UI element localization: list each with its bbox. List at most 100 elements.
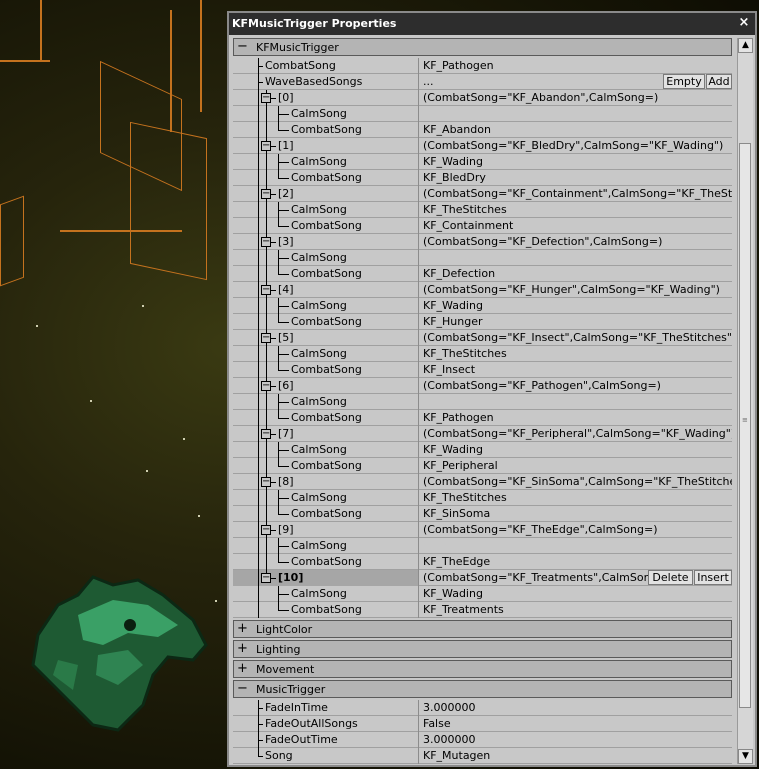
property-value[interactable]: KF_TheStitches	[423, 203, 507, 216]
collapse-box-icon[interactable]: −	[261, 93, 271, 103]
array-element-row[interactable]: − [1] (CombatSong="KF_BledDry",CalmSong="K…	[233, 138, 732, 154]
combat-song-row[interactable]: CombatSong KF_Defection	[233, 266, 732, 282]
scroll-down-arrow-icon[interactable]: ▼	[738, 749, 753, 764]
combat-song-row[interactable]: CombatSong KF_Pathogen	[233, 410, 732, 426]
calm-song-row[interactable]: CalmSong KF_Wading	[233, 154, 732, 170]
array-element-row[interactable]: − [9] (CombatSong="KF_TheEdge",CalmSong=)	[233, 522, 732, 538]
expander-icon[interactable]: −	[237, 39, 248, 55]
property-value[interactable]: KF_Mutagen	[423, 749, 490, 762]
calm-song-row[interactable]: CalmSong KF_Wading	[233, 298, 732, 314]
property-value[interactable]: KF_Wading	[423, 443, 483, 456]
array-element-row[interactable]: − [6] (CombatSong="KF_Pathogen",CalmSong=)	[233, 378, 732, 394]
calm-song-row[interactable]: CalmSong KF_TheStitches	[233, 490, 732, 506]
array-element-row[interactable]: − [0] (CombatSong="KF_Abandon",CalmSong=)	[233, 90, 732, 106]
property-value[interactable]: 3.000000	[423, 733, 476, 746]
combat-song-row[interactable]: CombatSong KF_Containment	[233, 218, 732, 234]
property-value[interactable]: KF_Pathogen	[423, 59, 494, 72]
array-element-row[interactable]: − [2] (CombatSong="KF_Containment",CalmSon…	[233, 186, 732, 202]
combat-song-row[interactable]: CombatSong KF_SinSoma	[233, 506, 732, 522]
property-value[interactable]: KF_Defection	[423, 267, 495, 280]
combat-song-row[interactable]: CombatSong KF_Insect	[233, 362, 732, 378]
array-element-row[interactable]: − [10] (CombatSong="KF_Treatments",CalmSon…	[233, 570, 732, 586]
category-kfmusictrigger[interactable]: − KFMusicTrigger	[233, 38, 732, 56]
property-value[interactable]: False	[423, 717, 451, 730]
property-value[interactable]: (CombatSong="KF_Hunger",CalmSong="KF_Wad…	[423, 283, 720, 296]
property-value[interactable]: KF_Treatments	[423, 603, 504, 616]
property-value[interactable]: KF_Peripheral	[423, 459, 498, 472]
array-element-row[interactable]: − [3] (CombatSong="KF_Defection",CalmSong=…	[233, 234, 732, 250]
combat-song-row[interactable]: CombatSong KF_Treatments	[233, 602, 732, 618]
array-element-row[interactable]: − [5] (CombatSong="KF_Insect",CalmSong="KF…	[233, 330, 732, 346]
property-value[interactable]: KF_SinSoma	[423, 507, 490, 520]
expander-icon[interactable]: +	[237, 621, 248, 637]
property-value[interactable]: ...	[423, 75, 434, 88]
properties-window[interactable]: KFMusicTrigger Properties × − KFMusicTrig…	[227, 11, 757, 767]
property-value[interactable]: KF_Pathogen	[423, 411, 494, 424]
property-value[interactable]: (CombatSong="KF_Treatments",CalmSong="..…	[423, 571, 682, 584]
expander-icon[interactable]: +	[237, 661, 248, 677]
array-element-row[interactable]: − [7] (CombatSong="KF_Peripheral",CalmSong…	[233, 426, 732, 442]
collapse-box-icon[interactable]: −	[261, 477, 271, 487]
combat-song-row[interactable]: CombatSong KF_BledDry	[233, 170, 732, 186]
property-row[interactable]: FadeOutTime 3.000000	[233, 732, 732, 748]
property-value[interactable]: KF_TheEdge	[423, 555, 490, 568]
property-value[interactable]: KF_Containment	[423, 219, 513, 232]
array-element-row[interactable]: − [8] (CombatSong="KF_SinSoma",CalmSong="K…	[233, 474, 732, 490]
category-lightcolor[interactable]: + LightColor	[233, 620, 732, 638]
property-value[interactable]: KF_BledDry	[423, 171, 486, 184]
property-value[interactable]: KF_Abandon	[423, 123, 491, 136]
empty-button[interactable]: Empty	[663, 74, 705, 89]
calm-song-row[interactable]: CalmSong	[233, 394, 732, 410]
property-value[interactable]: (CombatSong="KF_SinSoma",CalmSong="KF_Th…	[423, 475, 732, 488]
collapse-box-icon[interactable]: −	[261, 189, 271, 199]
property-value[interactable]: (CombatSong="KF_Peripheral",CalmSong="KF…	[423, 427, 732, 440]
property-value[interactable]: (CombatSong="KF_Pathogen",CalmSong=)	[423, 379, 661, 392]
property-row[interactable]: CombatSong KF_Pathogen	[233, 58, 732, 74]
calm-song-row[interactable]: CalmSong	[233, 250, 732, 266]
property-value[interactable]: KF_Wading	[423, 299, 483, 312]
delete-button[interactable]: Delete	[648, 570, 693, 585]
property-row[interactable]: Song KF_Mutagen	[233, 748, 732, 764]
property-value[interactable]: KF_Hunger	[423, 315, 483, 328]
category-musictrigger[interactable]: − MusicTrigger	[233, 680, 732, 698]
close-icon[interactable]: ×	[737, 15, 751, 31]
calm-song-row[interactable]: CalmSong	[233, 106, 732, 122]
category-movement[interactable]: + Movement	[233, 660, 732, 678]
property-value[interactable]: KF_Insect	[423, 363, 475, 376]
property-value[interactable]: KF_TheStitches	[423, 347, 507, 360]
property-value[interactable]: (CombatSong="KF_BledDry",CalmSong="KF_Wa…	[423, 139, 723, 152]
add-button[interactable]: Add	[706, 74, 732, 89]
combat-song-row[interactable]: CombatSong KF_Abandon	[233, 122, 732, 138]
property-value[interactable]: KF_Wading	[423, 587, 483, 600]
collapse-box-icon[interactable]: −	[261, 237, 271, 247]
collapse-box-icon[interactable]: −	[261, 381, 271, 391]
property-row[interactable]: FadeInTime 3.000000	[233, 700, 732, 716]
collapse-box-icon[interactable]: −	[261, 141, 271, 151]
property-value[interactable]: (CombatSong="KF_TheEdge",CalmSong=)	[423, 523, 658, 536]
combat-song-row[interactable]: CombatSong KF_Hunger	[233, 314, 732, 330]
expander-icon[interactable]: −	[237, 681, 248, 697]
property-value[interactable]: 3.000000	[423, 701, 476, 714]
property-value[interactable]: (CombatSong="KF_Containment",CalmSong="K…	[423, 187, 732, 200]
expander-icon[interactable]: +	[237, 641, 248, 657]
scroll-up-arrow-icon[interactable]: ▲	[738, 38, 753, 53]
scroll-thumb[interactable]: ≡	[739, 143, 751, 708]
property-row[interactable]: FadeOutAllSongs False	[233, 716, 732, 732]
collapse-box-icon[interactable]: −	[261, 333, 271, 343]
array-element-row[interactable]: − [4] (CombatSong="KF_Hunger",CalmSong="KF…	[233, 282, 732, 298]
calm-song-row[interactable]: CalmSong	[233, 538, 732, 554]
collapse-box-icon[interactable]: −	[261, 285, 271, 295]
insert-button[interactable]: Insert	[694, 570, 732, 585]
collapse-box-icon[interactable]: −	[261, 429, 271, 439]
category-lighting[interactable]: + Lighting	[233, 640, 732, 658]
property-value[interactable]: KF_TheStitches	[423, 491, 507, 504]
property-row-wavebasedsongs[interactable]: WaveBasedSongs... Empty Add	[233, 74, 732, 90]
calm-song-row[interactable]: CalmSong KF_TheStitches	[233, 202, 732, 218]
vertical-scrollbar[interactable]: ▲ ≡ ▼	[737, 38, 753, 764]
property-value[interactable]: (CombatSong="KF_Defection",CalmSong=)	[423, 235, 662, 248]
property-value[interactable]: KF_Wading	[423, 155, 483, 168]
collapse-box-icon[interactable]: −	[261, 573, 271, 583]
calm-song-row[interactable]: CalmSong KF_Wading	[233, 442, 732, 458]
property-value[interactable]: (CombatSong="KF_Insect",CalmSong="KF_The…	[423, 331, 732, 344]
combat-song-row[interactable]: CombatSong KF_Peripheral	[233, 458, 732, 474]
